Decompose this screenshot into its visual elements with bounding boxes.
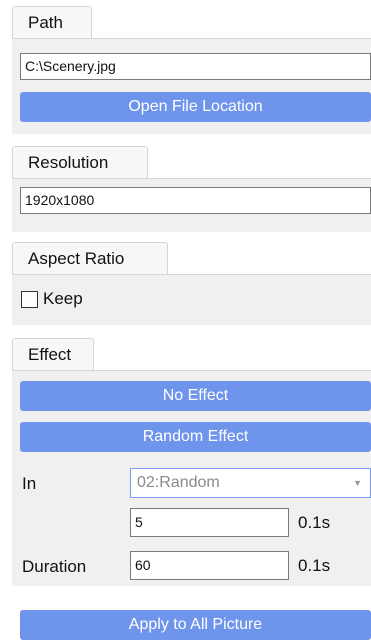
in-effect-dropdown[interactable]: 02:Random ▼ <box>130 468 371 498</box>
keep-checkbox[interactable] <box>21 291 38 308</box>
open-file-location-button[interactable]: Open File Location <box>20 92 371 122</box>
duration-input[interactable]: 60 <box>130 551 289 580</box>
chevron-down-icon: ▼ <box>353 478 362 488</box>
property-panel: Path C:\Scenery.jpg Open File Location R… <box>0 0 371 644</box>
random-effect-button[interactable]: Random Effect <box>20 422 371 452</box>
duration-unit-label: 0.1s <box>298 556 331 575</box>
in-duration-input[interactable]: 5 <box>130 508 289 537</box>
tab-resolution[interactable]: Resolution <box>12 146 148 178</box>
keep-label: Keep <box>43 289 83 308</box>
path-input[interactable]: C:\Scenery.jpg <box>20 53 371 80</box>
no-effect-button[interactable]: No Effect <box>20 381 371 411</box>
in-unit-label: 0.1s <box>298 513 331 532</box>
tab-effect[interactable]: Effect <box>12 338 94 370</box>
tab-path[interactable]: Path <box>12 6 92 38</box>
resolution-input[interactable]: 1920x1080 <box>20 187 371 214</box>
path-tab-line <box>12 38 371 39</box>
duration-label: Duration <box>22 557 87 576</box>
apply-to-all-button[interactable]: Apply to All Picture <box>20 610 371 640</box>
in-effect-dropdown-value: 02:Random <box>137 474 220 491</box>
tab-aspect-ratio[interactable]: Aspect Ratio <box>12 242 168 274</box>
in-label: In <box>22 474 37 493</box>
